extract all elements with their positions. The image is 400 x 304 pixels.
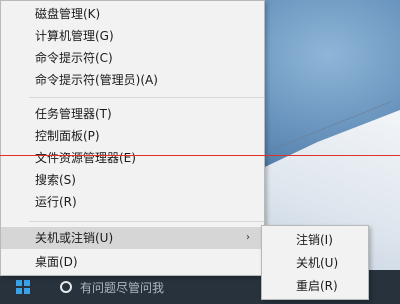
shutdown-submenu: 注销(I) 关机(U) 重启(R) <box>261 225 369 300</box>
submenu-item-label: 注销(I) <box>296 233 333 247</box>
menu-item-label: 任务管理器(T) <box>35 107 112 121</box>
menu-item-run[interactable]: 运行(R) <box>1 191 264 213</box>
windows-logo-icon <box>16 280 30 294</box>
menu-item-search[interactable]: 搜索(S) <box>1 169 264 191</box>
menu-item-label: 搜索(S) <box>35 173 76 187</box>
menu-separator <box>29 221 264 222</box>
submenu-item-restart[interactable]: 重启(R) <box>262 275 368 297</box>
cortana-icon <box>60 281 72 293</box>
submenu-item-label: 关机(U) <box>296 256 339 270</box>
menu-item-label: 命令提示符(管理员)(A) <box>35 73 158 87</box>
menu-item-label: 控制面板(P) <box>35 129 100 143</box>
submenu-item-signout[interactable]: 注销(I) <box>262 229 368 251</box>
submenu-item-label: 重启(R) <box>296 279 338 293</box>
menu-item-label: 磁盘管理(K) <box>35 7 101 21</box>
menu-item-desktop[interactable]: 桌面(D) <box>1 251 264 273</box>
menu-item-task-manager[interactable]: 任务管理器(T) <box>1 103 264 125</box>
submenu-item-shutdown[interactable]: 关机(U) <box>262 252 368 274</box>
menu-item-disk-management[interactable]: 磁盘管理(K) <box>1 3 264 25</box>
chevron-right-icon: › <box>246 232 250 243</box>
search-placeholder: 有问题尽管问我 <box>80 280 165 295</box>
menu-item-file-explorer[interactable]: 文件资源管理器(E) <box>1 147 264 169</box>
menu-item-label: 运行(R) <box>35 195 77 209</box>
menu-item-command-prompt[interactable]: 命令提示符(C) <box>1 47 264 69</box>
menu-item-label: 计算机管理(G) <box>35 29 114 43</box>
menu-item-label: 命令提示符(C) <box>35 51 113 65</box>
winx-context-menu: 磁盘管理(K) 计算机管理(G) 命令提示符(C) 命令提示符(管理员)(A) … <box>0 0 265 276</box>
menu-item-computer-management[interactable]: 计算机管理(G) <box>1 25 264 47</box>
menu-item-label: 关机或注销(U) <box>35 231 114 245</box>
menu-item-label: 文件资源管理器(E) <box>35 151 136 165</box>
menu-item-label: 桌面(D) <box>35 255 78 269</box>
menu-item-command-prompt-admin[interactable]: 命令提示符(管理员)(A) <box>1 69 264 91</box>
menu-item-shutdown-signout[interactable]: 关机或注销(U) › <box>1 227 264 249</box>
menu-item-control-panel[interactable]: 控制面板(P) <box>1 125 264 147</box>
annotation-red-line <box>0 155 400 156</box>
menu-separator <box>29 97 264 98</box>
